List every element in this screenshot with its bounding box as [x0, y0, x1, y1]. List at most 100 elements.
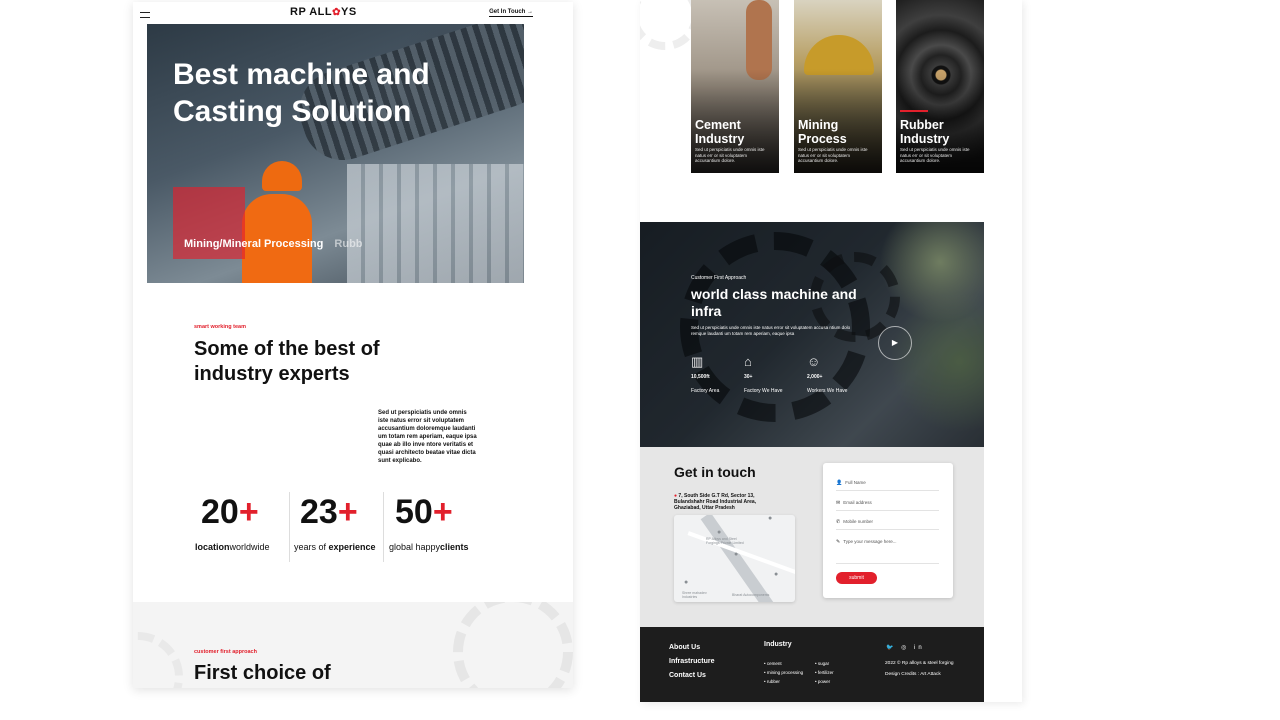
footer-links: About Us Infrastructure Contact Us [669, 641, 715, 683]
footer-link-infrastructure[interactable]: Infrastructure [669, 655, 715, 669]
industry-card-rubber[interactable]: Rubber Industry Sed ut perspiciatis unde… [896, 0, 984, 173]
homepage-mockup-right: Cement Industry Sed ut perspiciatis unde… [640, 0, 1022, 702]
location-map[interactable]: ● ● ● ● ● RP Alloys and Steel Forgings P… [674, 515, 795, 602]
design-credits: Design Credits : Art Attack [885, 672, 941, 677]
world-stat-value: 2,000+ [807, 374, 823, 380]
message-field[interactable]: ✎ Type your message here... [836, 536, 939, 564]
contact-address: ● 7, South Side G.T Rd, Sector 13, Bulan… [674, 493, 764, 511]
stat-label-bold: location [195, 542, 230, 552]
hero-tab-mining[interactable]: Mining/Mineral Processing [184, 238, 323, 250]
stat-locations: 20+ locationworldwide [195, 492, 290, 562]
footer-link-about[interactable]: About Us [669, 641, 715, 655]
stat-label-bold: clients [440, 542, 469, 552]
footer-industry-list: cement mining processing rubber [764, 659, 803, 686]
contact-title: Get in touch [674, 464, 756, 480]
gear-icon: ✿ [332, 7, 342, 18]
first-choice-section: customer first approach First choice of [133, 602, 573, 688]
industry-card-title: Mining Process [798, 118, 847, 146]
play-video-icon[interactable]: ▶ [878, 326, 912, 360]
world-stat-workers: ☺ 2,000+ Workers We Have [807, 354, 847, 394]
world-stat-value: 10,500ft [691, 374, 710, 380]
site-footer: About Us Infrastructure Contact Us Indus… [640, 627, 984, 702]
industry-card-title: Cement Industry [695, 118, 745, 146]
hero-banner: Best machine and Casting Solution Mining… [147, 24, 524, 283]
industry-card-cement[interactable]: Cement Industry Sed ut perspiciatis unde… [691, 0, 779, 173]
world-title: world class machine and infra [691, 286, 857, 319]
full-name-field[interactable]: 👤 Full Name [836, 477, 939, 491]
experts-eyebrow: smart working team [194, 324, 246, 330]
contact-form: 👤 Full Name ✉ Email address ✆ Mobile number… [823, 463, 953, 598]
industry-card-mining[interactable]: Mining Process Sed ut perspiciatis unde … [794, 0, 882, 173]
gear-decoration-icon [133, 632, 183, 688]
map-marker-icon: ● [734, 551, 739, 558]
email-field[interactable]: ✉ Email address [836, 497, 939, 511]
stat-value: 50 [395, 493, 433, 531]
top-nav: RP ALL✿YS Get In Touch → [133, 2, 573, 24]
footer-industry-item[interactable]: power [815, 677, 834, 686]
submit-button[interactable]: submit [836, 572, 877, 584]
building-icon: ▥ [691, 354, 704, 369]
field-placeholder: Full Name [845, 480, 866, 485]
hero-title: Best machine and Casting Solution [173, 58, 430, 128]
field-placeholder: Type your message here... [843, 539, 897, 544]
field-placeholder: Email address [843, 500, 872, 505]
stat-experience: 23+ years of experience [289, 492, 384, 562]
plus-icon: + [432, 493, 453, 531]
footer-industry-item[interactable]: sugar [815, 659, 834, 668]
logo-text-tail: YS [341, 6, 357, 18]
worker-icon: ☺ [807, 354, 821, 369]
brand-logo[interactable]: RP ALL✿YS [290, 6, 357, 18]
world-stat-label: Workers We Have [807, 388, 848, 394]
choice-eyebrow: customer first approach [194, 649, 257, 655]
footer-copyright: 2022 © Rp alloys & steel forging Design … [885, 658, 954, 680]
industry-card-body: Sed ut perspiciatis unde omnis iste natu… [798, 147, 868, 163]
social-icons[interactable]: 🐦 ◎ in [886, 644, 925, 651]
world-stat-factory-area: ▥ 10,500ft Factory Area [691, 354, 719, 394]
get-in-touch-link[interactable]: Get In Touch → [489, 9, 533, 17]
stat-value: 20 [201, 493, 239, 531]
stat-label: worldwide [229, 542, 270, 552]
footer-industry-item[interactable]: fertilizer [815, 668, 834, 677]
hero-image-building [347, 164, 524, 283]
footer-industry-list: sugar fertilizer power [815, 659, 834, 686]
world-stat-label: Factory We Have [744, 388, 783, 394]
address-text: 7, South Side G.T Rd, Sector 13, Bulands… [674, 493, 757, 511]
world-stat-value: 30+ [744, 374, 753, 380]
field-placeholder: Mobile number [843, 519, 873, 524]
map-marker-icon: ● [768, 515, 773, 522]
footer-industry-item[interactable]: rubber [764, 677, 803, 686]
stat-clients: 50+ global happyclients [383, 492, 478, 562]
stat-label: global happy [389, 542, 441, 552]
footer-link-contact[interactable]: Contact Us [669, 669, 715, 683]
map-label: Shree mahadev Industries [682, 591, 707, 599]
world-eyebrow: Customer First Approach [691, 275, 747, 281]
experts-title: Some of the best of industry experts [194, 338, 380, 385]
hero-image-helmet [262, 161, 302, 191]
homepage-mockup-left: RP ALL✿YS Get In Touch → Best machine an… [133, 2, 573, 688]
industry-card-title: Rubber Industry [900, 118, 950, 146]
gear-decoration-icon [453, 602, 573, 688]
plus-icon: + [238, 493, 259, 531]
hero-tabs: Mining/Mineral Processing Rubb [184, 238, 371, 250]
map-marker-icon: ● [717, 529, 722, 536]
stat-label: years of [294, 542, 329, 552]
footer-industry-title: Industry [764, 641, 792, 648]
mail-icon: ✉ [836, 500, 841, 506]
factory-icon: ⌂ [744, 354, 752, 369]
plus-icon: + [337, 493, 358, 531]
industry-card-body: Sed ut perspiciatis unde omnis iste natu… [695, 147, 765, 163]
mobile-field[interactable]: ✆ Mobile number [836, 516, 939, 530]
experts-body: Sed ut perspiciatis unde omnis iste natu… [378, 410, 477, 464]
copyright-text: 2022 © Rp alloys & steel forging [885, 661, 954, 666]
footer-industry-item[interactable]: cement [764, 659, 803, 668]
map-label: Bharat Autocomponents [732, 593, 770, 597]
world-class-section: Customer First Approach world class mach… [640, 222, 984, 447]
world-body: Sed ut perspiciatis unde omnis iste natu… [691, 325, 851, 336]
footer-industry-item[interactable]: mining processing [764, 668, 803, 677]
stat-label-bold: experience [328, 542, 376, 552]
phone-icon: ✆ [836, 519, 841, 525]
logo-text: RP ALL [290, 6, 333, 18]
map-marker-icon: ● [774, 571, 779, 578]
hero-tab-rubber[interactable]: Rubb [334, 238, 362, 250]
menu-icon[interactable] [140, 12, 150, 18]
